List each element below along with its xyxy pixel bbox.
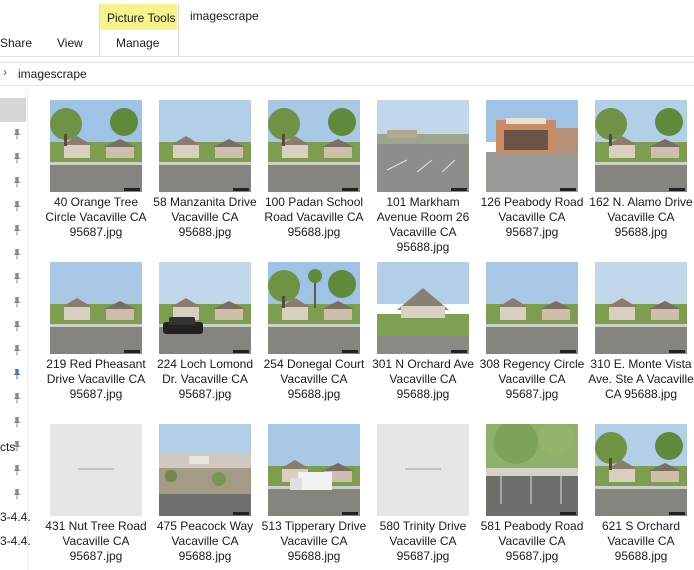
file-name: 431 Nut Tree Road Vacaville CA 95687.jpg xyxy=(45,519,147,563)
image-thumbnail[interactable] xyxy=(595,424,687,516)
file-name: 581 Peabody Road Vacaville CA 95687.jpg xyxy=(480,519,584,563)
image-thumbnail[interactable] xyxy=(595,100,687,192)
tab-share[interactable]: Share xyxy=(0,36,32,50)
window-title: imagescrape xyxy=(190,9,259,23)
file-name: 621 S Orchard Vacaville CA 95688.jpg xyxy=(601,519,681,563)
image-thumbnail[interactable] xyxy=(486,424,578,516)
file-name: 219 Red Pheasant Drive Vacaville CA 9568… xyxy=(46,357,146,401)
pin-icon[interactable] xyxy=(12,416,22,428)
image-thumbnail[interactable] xyxy=(486,262,578,354)
file-name: 40 Orange Tree Circle Vacaville CA 95687… xyxy=(45,195,147,239)
tab-view[interactable]: View xyxy=(57,36,83,50)
address-bar[interactable]: › imagescrape xyxy=(0,62,694,86)
pin-icon[interactable] xyxy=(12,224,22,236)
file-name: 58 Manzanita Drive Vacaville CA 95688.jp… xyxy=(153,195,257,239)
tab-manage[interactable]: Manage xyxy=(116,36,159,50)
pin-icon[interactable] xyxy=(12,488,22,500)
address-path[interactable]: imagescrape xyxy=(18,67,87,81)
nav-divider xyxy=(27,90,28,570)
pin-icon[interactable] xyxy=(12,176,22,188)
image-thumbnail[interactable] xyxy=(50,100,142,192)
pin-icon[interactable] xyxy=(12,464,22,476)
pin-icon[interactable] xyxy=(12,344,22,356)
image-thumbnail[interactable] xyxy=(159,100,251,192)
image-thumbnail[interactable] xyxy=(486,100,578,192)
nav-selected-item[interactable] xyxy=(0,98,26,122)
file-name: 101 Markham Avenue Room 26 Vacaville CA … xyxy=(376,195,470,254)
pin-icon[interactable] xyxy=(12,392,22,404)
image-thumbnail[interactable] xyxy=(159,424,251,516)
file-name: 310 E. Monte Vista Ave. Ste A Vacaville … xyxy=(588,357,694,401)
image-thumbnail[interactable] xyxy=(50,262,142,354)
pin-icon[interactable] xyxy=(12,248,22,260)
file-name: 308 Regency Circle Vacaville CA 95687.jp… xyxy=(479,357,585,401)
image-thumbnail[interactable] xyxy=(159,262,251,354)
file-name: 126 Peabody Road Vacaville CA 95687.jpg xyxy=(480,195,584,239)
file-name: 224 Loch Lomond Dr. Vacaville CA 95687.j… xyxy=(156,357,254,401)
navigation-pane: cts 3-4.4. 3-4.4. xyxy=(0,90,31,570)
pin-icon[interactable] xyxy=(12,128,22,140)
image-thumbnail[interactable] xyxy=(377,262,469,354)
picture-tools-title: Picture Tools xyxy=(107,11,176,25)
pin-icon[interactable] xyxy=(12,320,22,332)
file-name: 580 Trinity Drive Vacaville CA 95687.jpg xyxy=(379,519,467,563)
image-thumbnail[interactable] xyxy=(50,424,142,516)
file-name: 100 Padan School Road Vacaville CA 95688… xyxy=(264,195,364,239)
pin-icon[interactable] xyxy=(12,272,22,284)
chevron-right-icon[interactable]: › xyxy=(3,65,7,79)
file-name: 162 N. Alamo Drive Vacaville CA 95688.jp… xyxy=(589,195,693,239)
image-thumbnail[interactable] xyxy=(595,262,687,354)
pin-icon[interactable] xyxy=(12,368,22,380)
nav-item-label[interactable]: cts xyxy=(0,440,15,454)
pin-icon[interactable] xyxy=(12,296,22,308)
file-name: 475 Peacock Way Vacaville CA 95688.jpg xyxy=(156,519,254,563)
image-thumbnail[interactable] xyxy=(377,100,469,192)
pin-icon[interactable] xyxy=(12,152,22,164)
image-thumbnail[interactable] xyxy=(268,262,360,354)
pin-icon[interactable] xyxy=(12,200,22,212)
image-thumbnail[interactable] xyxy=(268,100,360,192)
ribbon: Picture Tools imagescrape Share View Man… xyxy=(0,0,694,57)
image-thumbnail[interactable] xyxy=(268,424,360,516)
image-thumbnail[interactable] xyxy=(377,424,469,516)
file-name: 254 Donegal Court Vacaville CA 95688.jpg xyxy=(263,357,365,401)
file-name: 301 N Orchard Ave Vacaville CA 95688.jpg xyxy=(372,357,474,401)
file-name: 513 Tipperary Drive Vacaville CA 95688.j… xyxy=(261,519,367,563)
